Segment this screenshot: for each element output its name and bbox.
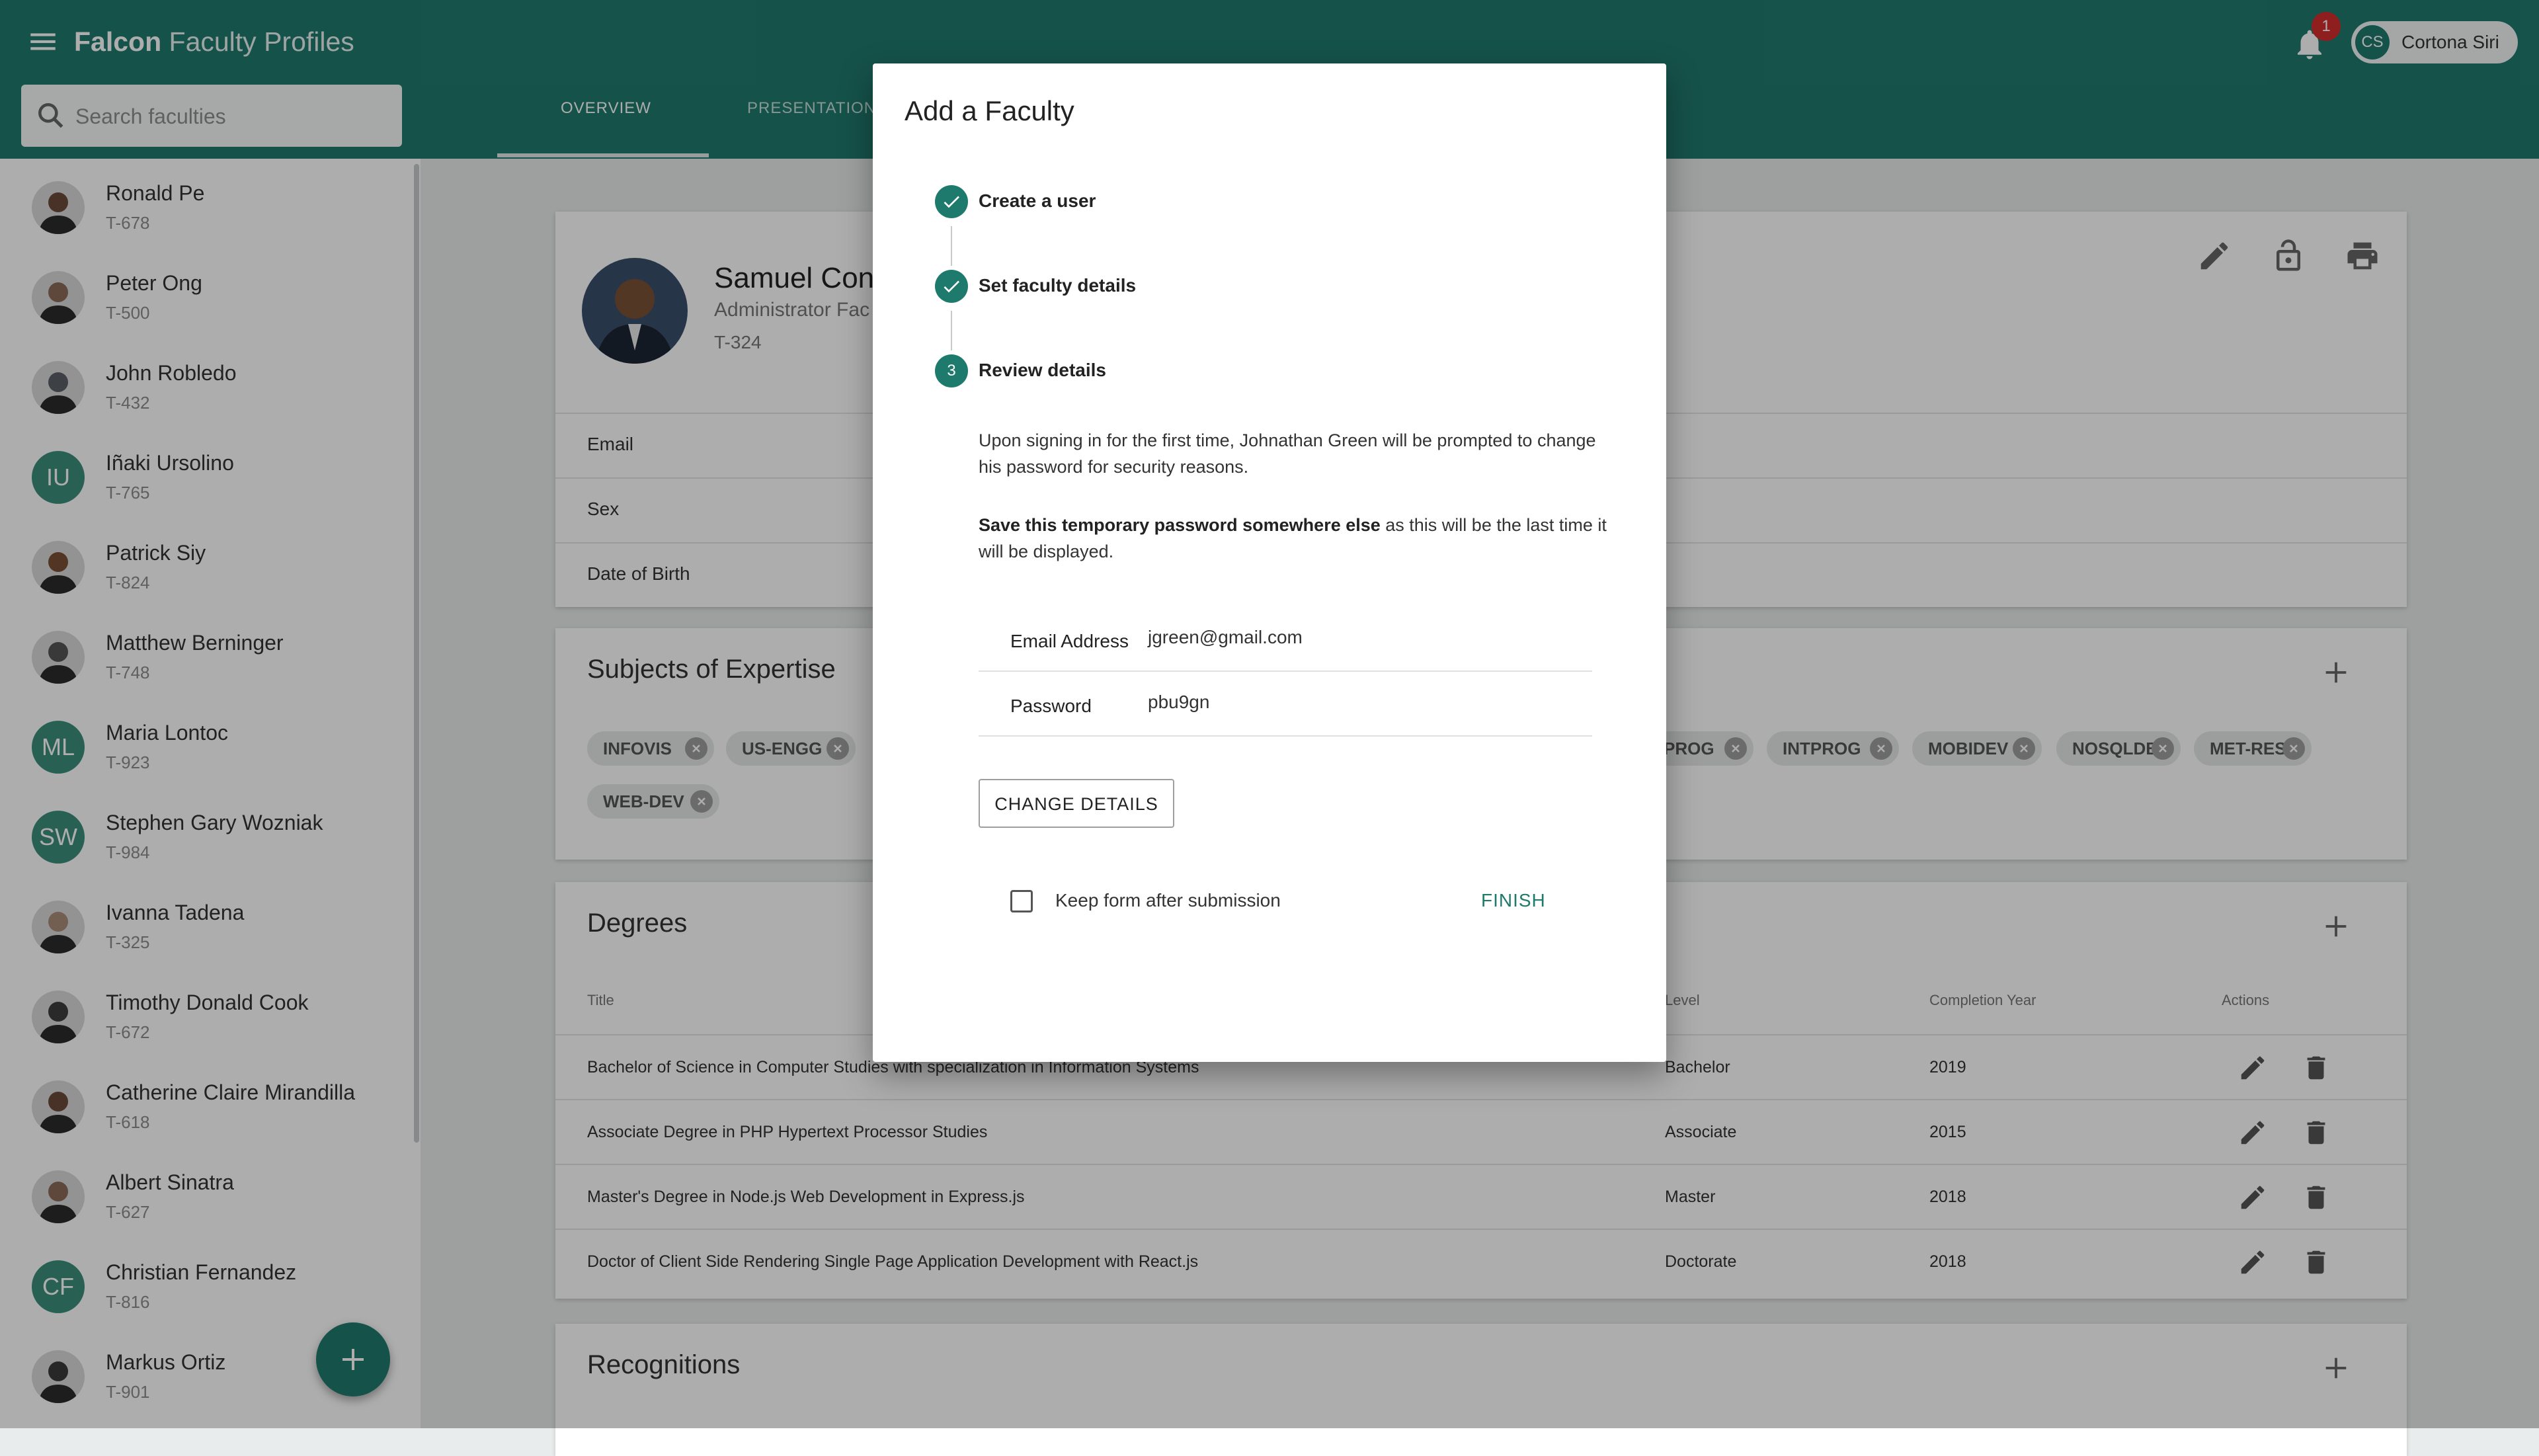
credential-row-password: Password pbu9gn xyxy=(979,670,1592,737)
step-3-number: 3 xyxy=(935,354,968,387)
add-faculty-dialog: Add a Faculty Create a user Set faculty … xyxy=(873,63,1666,1062)
step-2-label: Set faculty details xyxy=(979,275,1137,296)
info-paragraph: Upon signing in for the first time, John… xyxy=(979,430,1596,477)
finish-button[interactable]: FINISH xyxy=(1481,890,1546,911)
stepper-connector xyxy=(951,226,952,266)
step-1-label: Create a user xyxy=(979,190,1096,211)
keep-form-checkbox[interactable] xyxy=(1010,890,1033,912)
credential-label: Email Address xyxy=(1010,631,1129,651)
dialog-title: Add a Faculty xyxy=(905,95,1074,126)
credential-label: Password xyxy=(1010,696,1092,716)
credential-value: jgreen@gmail.com xyxy=(1148,627,1303,647)
stepper-connector xyxy=(951,311,952,350)
step-2-complete-icon xyxy=(935,270,968,303)
change-details-button[interactable]: CHANGE DETAILS xyxy=(979,779,1174,828)
credential-row-email: Email Address jgreen@gmail.com xyxy=(979,606,1592,672)
keep-form-label: Keep form after submission xyxy=(1055,890,1281,910)
step-3-label: Review details xyxy=(979,360,1106,380)
credential-value: pbu9gn xyxy=(1148,692,1210,712)
step-1-complete-icon xyxy=(935,185,968,218)
warning-paragraph: Save this temporary password somewhere e… xyxy=(979,515,1607,561)
